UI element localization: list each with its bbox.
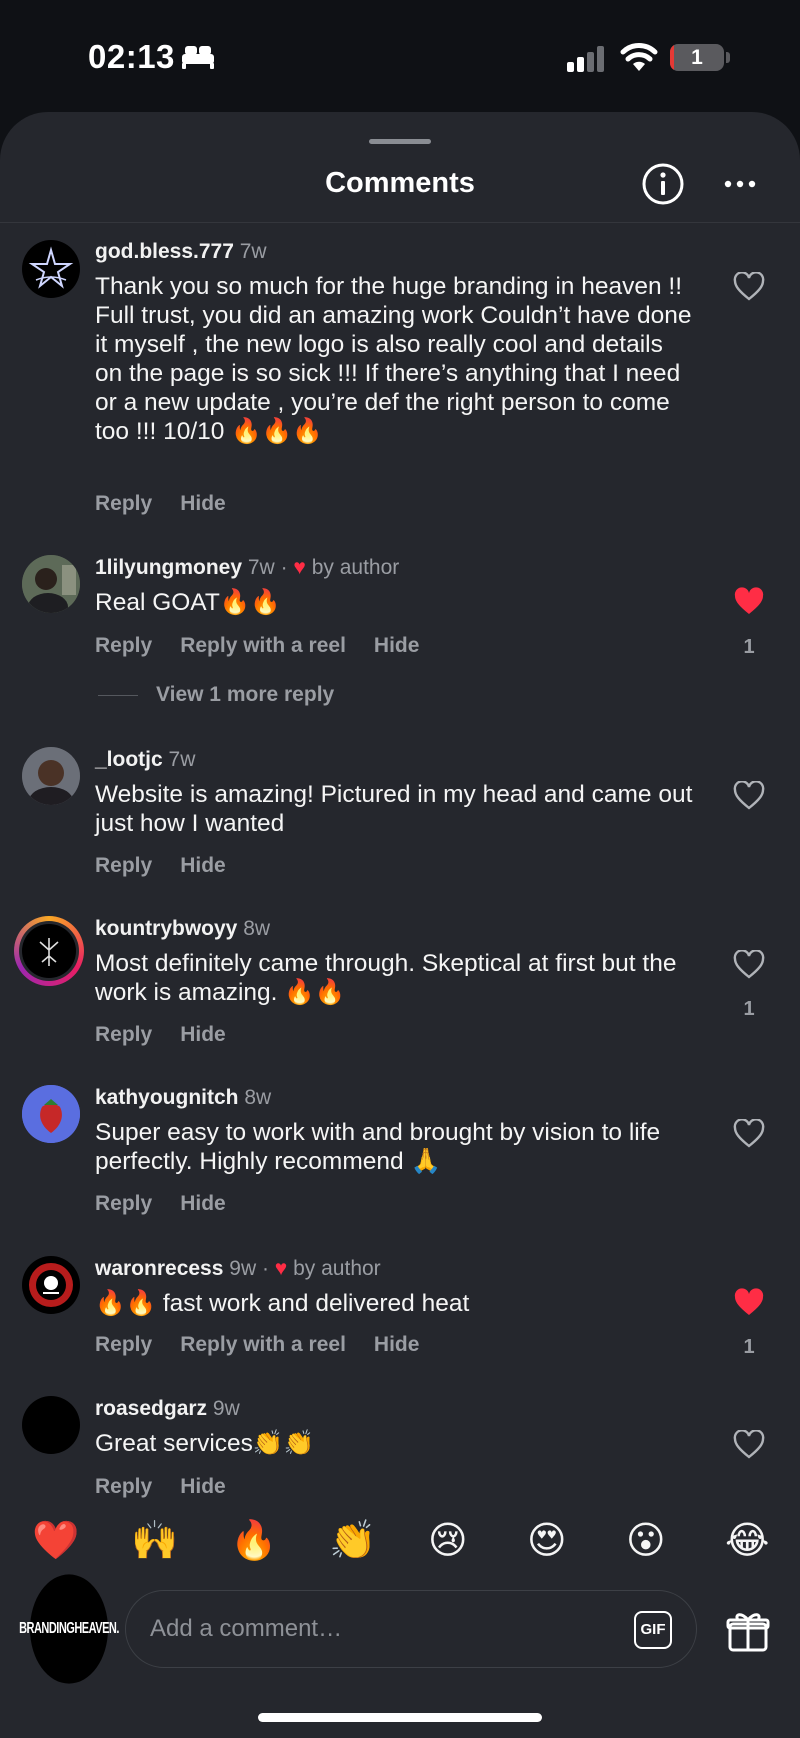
- battery-indicator: 1: [670, 44, 724, 71]
- heart-outline-icon[interactable]: [733, 1430, 765, 1460]
- emoji-heart-eyes-button[interactable]: 😍: [527, 1520, 567, 1562]
- emoji-fire-button[interactable]: 🔥: [230, 1520, 277, 1562]
- comment-time: 9w: [229, 1257, 257, 1280]
- avatar-photo: [22, 747, 80, 805]
- comment-time: 8w: [244, 1086, 272, 1109]
- comment-username[interactable]: kathyougnitch: [95, 1086, 239, 1109]
- comment-text: Great services👏👏: [95, 1430, 314, 1457]
- comment-username[interactable]: roasedgarz: [95, 1397, 207, 1420]
- emoji-reaction-bar: ❤️ 🙌 🔥 👏 😢 😍 😮 😂: [0, 1500, 800, 1580]
- comment-text: Real GOAT🔥🔥: [95, 589, 281, 616]
- comment-username[interactable]: 1lilyungmoney: [95, 556, 242, 579]
- reply-button[interactable]: Reply: [95, 1023, 152, 1046]
- reply-button[interactable]: Reply: [95, 492, 152, 515]
- hide-button[interactable]: Hide: [180, 1023, 226, 1046]
- wifi-icon: [620, 43, 658, 71]
- comment-username[interactable]: god.bless.777: [95, 240, 234, 263]
- heart-outline-icon[interactable]: [733, 272, 765, 302]
- comment-time: 8w: [243, 917, 271, 940]
- heart-outline-icon[interactable]: [733, 950, 765, 980]
- hide-button[interactable]: Hide: [180, 492, 226, 515]
- star-logo-icon: [28, 246, 74, 289]
- avatar[interactable]: [22, 1256, 80, 1314]
- comment-time: 9w: [212, 1397, 240, 1420]
- strawberry-icon: [22, 1085, 80, 1143]
- avatar[interactable]: [22, 555, 80, 613]
- like-count: 1: [743, 1336, 755, 1358]
- status-bar: 02:13 1: [0, 0, 800, 112]
- reply-button[interactable]: Reply: [95, 1192, 152, 1215]
- hide-button[interactable]: Hide: [374, 1333, 420, 1356]
- comment-input-placeholder: Add a comment…: [150, 1615, 343, 1642]
- view-more-replies-button[interactable]: View 1 more reply: [98, 683, 334, 707]
- comment-username[interactable]: _lootjc: [95, 748, 163, 771]
- sheet-grabber[interactable]: [369, 139, 431, 144]
- skull-logo-icon: [24, 1258, 78, 1312]
- hide-button[interactable]: Hide: [180, 1475, 226, 1498]
- emoji-heart-button[interactable]: ❤️: [32, 1520, 79, 1562]
- header-divider: [0, 222, 800, 223]
- more-options-icon[interactable]: [724, 180, 756, 188]
- reply-button[interactable]: Reply: [95, 1475, 152, 1498]
- hide-button[interactable]: Hide: [180, 1192, 226, 1215]
- heart-outline-icon[interactable]: [733, 781, 765, 811]
- gift-icon[interactable]: [726, 1610, 770, 1652]
- comment-input[interactable]: Add a comment… GIF: [125, 1590, 697, 1668]
- reply-with-reel-button[interactable]: Reply with a reel: [180, 1333, 346, 1356]
- reply-button[interactable]: Reply: [95, 634, 152, 657]
- view-more-replies-label: View 1 more reply: [156, 683, 335, 706]
- comment-time: 7w: [239, 240, 267, 263]
- current-user-avatar: BRANDINGHEAVEN.: [19, 1574, 119, 1684]
- comment-text: Super easy to work with and brought by v…: [95, 1119, 661, 1175]
- comment-time: 7w: [247, 556, 275, 579]
- liked-by-author-label: by author: [293, 1257, 381, 1280]
- comment-text: Most definitely came through. Skeptical …: [95, 950, 677, 1006]
- author-liked-heart-icon: ♥: [274, 1257, 288, 1280]
- like-count: 1: [743, 998, 755, 1020]
- reply-button[interactable]: Reply: [95, 854, 152, 877]
- replies-line: [98, 694, 138, 696]
- avatar[interactable]: [22, 1085, 80, 1143]
- cellular-signal-icon: [567, 46, 604, 72]
- avatar[interactable]: [22, 1396, 80, 1454]
- hide-button[interactable]: Hide: [180, 854, 226, 877]
- liked-by-author-label: by author: [311, 556, 400, 579]
- heart-filled-icon[interactable]: [733, 1288, 765, 1318]
- emoji-surprised-button[interactable]: 😮: [626, 1520, 666, 1562]
- comment-username[interactable]: waronrecess: [95, 1257, 223, 1280]
- battery-tip: [726, 52, 730, 63]
- comment-username[interactable]: kountrybwoyy: [95, 917, 237, 940]
- home-indicator: [258, 1713, 542, 1722]
- avatar[interactable]: [22, 240, 80, 298]
- info-icon[interactable]: [641, 162, 685, 206]
- sleep-focus-icon: [182, 46, 214, 69]
- emoji-raised-hands-button[interactable]: 🙌: [131, 1520, 178, 1562]
- heart-outline-icon[interactable]: [733, 1119, 765, 1149]
- avatar[interactable]: [22, 747, 80, 805]
- comment-text: 🔥🔥 fast work and delivered heat: [95, 1290, 470, 1317]
- avatar-photo: [22, 555, 80, 613]
- status-time: 02:13: [88, 38, 175, 75]
- battery-percent: 1: [691, 46, 703, 69]
- author-liked-heart-icon: ♥: [293, 556, 306, 579]
- reply-button[interactable]: Reply: [95, 1333, 152, 1356]
- gif-button[interactable]: GIF: [634, 1611, 672, 1649]
- reply-with-reel-button[interactable]: Reply with a reel: [180, 634, 346, 657]
- comment-time: 7w: [168, 748, 196, 771]
- comment-text: Thank you so much for the huge branding …: [95, 273, 692, 445]
- antler-logo-icon: [19, 921, 79, 981]
- avatar[interactable]: [14, 916, 84, 986]
- like-count: 1: [743, 636, 755, 658]
- emoji-laughing-button[interactable]: 😂: [725, 1520, 769, 1562]
- emoji-clap-button[interactable]: 👏: [329, 1520, 376, 1562]
- comment-text: Website is amazing! Pictured in my head …: [95, 781, 693, 837]
- heart-filled-icon[interactable]: [733, 587, 765, 617]
- hide-button[interactable]: Hide: [374, 634, 420, 657]
- emoji-crying-button[interactable]: 😢: [428, 1520, 468, 1562]
